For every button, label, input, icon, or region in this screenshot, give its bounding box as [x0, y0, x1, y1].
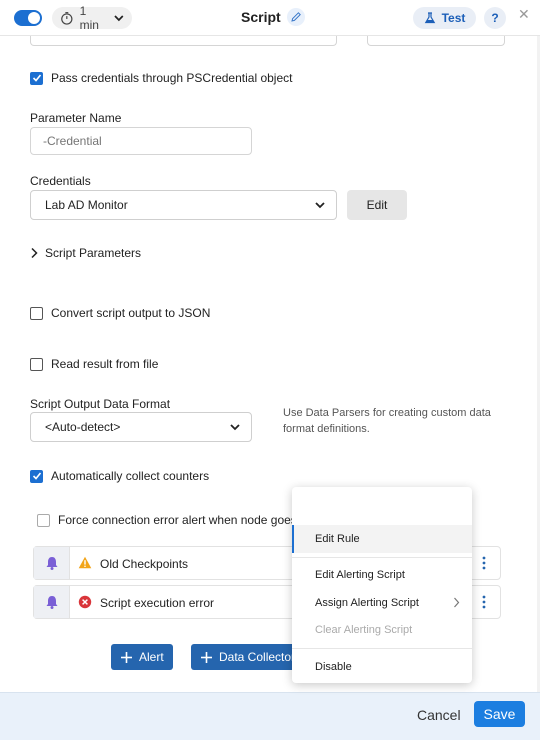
- menu-item-edit-rule[interactable]: Edit Rule: [292, 525, 472, 553]
- menu-divider: [292, 557, 472, 558]
- alert-name: Old Checkpoints: [100, 557, 189, 571]
- bell-icon: [46, 557, 57, 570]
- credentials-select[interactable]: Lab AD Monitor: [30, 190, 337, 220]
- enable-toggle[interactable]: [14, 10, 42, 26]
- partial-input-left[interactable]: [30, 36, 337, 46]
- pass-credentials-label: Pass credentials through PSCredential ob…: [51, 71, 293, 85]
- bell-icon-cell[interactable]: [34, 586, 70, 618]
- pass-credentials-checkbox[interactable]: [30, 71, 43, 85]
- cancel-button[interactable]: Cancel: [417, 707, 461, 723]
- output-format-select[interactable]: <Auto-detect>: [30, 412, 252, 442]
- menu-item-assign-alerting-script[interactable]: Assign Alerting Script: [292, 589, 472, 617]
- read-file-checkbox[interactable]: [30, 357, 43, 371]
- partial-input-right[interactable]: [367, 36, 505, 46]
- chevron-down-icon: [315, 202, 325, 209]
- menu-item-clear-alerting-script: Clear Alerting Script: [292, 616, 472, 644]
- stopwatch-icon: [61, 12, 73, 25]
- test-button[interactable]: Test: [413, 7, 476, 29]
- script-parameters-expander[interactable]: Script Parameters: [30, 246, 141, 260]
- more-options-icon[interactable]: [482, 595, 486, 609]
- bell-icon-cell[interactable]: [34, 547, 70, 579]
- menu-item-label: Assign Alerting Script: [315, 597, 419, 609]
- footer-bar: Cancel Save: [0, 692, 540, 740]
- credentials-label: Credentials: [30, 174, 91, 188]
- force-error-checkbox[interactable]: [37, 513, 50, 527]
- alert-name: Script execution error: [100, 596, 215, 610]
- menu-item-label: Clear Alerting Script: [315, 624, 413, 636]
- chevron-right-icon: [31, 247, 38, 259]
- read-file-option[interactable]: Read result from file: [30, 357, 158, 371]
- script-parameters-label: Script Parameters: [45, 246, 142, 260]
- menu-item-edit-alerting-script[interactable]: Edit Alerting Script: [292, 561, 472, 589]
- menu-item-disable[interactable]: Disable: [292, 653, 472, 681]
- interval-selector[interactable]: 1 min: [52, 4, 132, 32]
- menu-divider: [292, 648, 472, 649]
- read-file-label: Read result from file: [51, 357, 159, 371]
- convert-json-label: Convert script output to JSON: [51, 306, 211, 320]
- test-label: Test: [441, 11, 466, 25]
- bell-icon: [46, 596, 57, 609]
- output-format-label: Script Output Data Format: [30, 397, 171, 411]
- flask-icon: [424, 12, 435, 24]
- chevron-down-icon: [114, 15, 124, 22]
- parameter-name-input[interactable]: [30, 127, 252, 155]
- page-title: Script: [241, 9, 281, 25]
- add-alert-button[interactable]: Alert: [111, 644, 173, 670]
- checkmark-icon: [32, 472, 41, 480]
- add-data-collector-label: Data Collector: [219, 650, 296, 664]
- output-format-value: <Auto-detect>: [45, 420, 121, 434]
- add-data-collector-button[interactable]: Data Collector: [191, 644, 301, 670]
- interval-value: 1 min: [79, 4, 99, 32]
- parameter-name-label: Parameter Name: [30, 111, 122, 125]
- pass-credentials-option[interactable]: Pass credentials through PSCredential ob…: [30, 71, 292, 85]
- title-area: Script: [241, 8, 305, 26]
- rename-button[interactable]: [286, 8, 305, 26]
- save-button[interactable]: Save: [474, 701, 525, 727]
- menu-item-label: Edit Rule: [315, 533, 360, 545]
- convert-json-option[interactable]: Convert script output to JSON: [30, 306, 210, 320]
- add-alert-label: Alert: [139, 650, 164, 664]
- warning-icon: [78, 556, 92, 569]
- error-icon: [78, 595, 92, 609]
- convert-json-checkbox[interactable]: [30, 306, 43, 320]
- menu-item-label: Disable: [315, 661, 352, 673]
- menu-item-label: Edit Alerting Script: [315, 569, 405, 581]
- context-menu: Edit Rule Edit Alerting Script Assign Al…: [292, 487, 472, 683]
- auto-collect-option[interactable]: Automatically collect counters: [30, 469, 209, 483]
- chevron-down-icon: [230, 424, 240, 431]
- close-icon[interactable]: ✕: [518, 6, 530, 23]
- credentials-value: Lab AD Monitor: [45, 198, 128, 212]
- help-button[interactable]: ?: [484, 7, 506, 29]
- plus-icon: [201, 651, 212, 663]
- pencil-icon: [291, 12, 301, 22]
- credentials-edit-button[interactable]: Edit: [347, 190, 407, 220]
- output-format-hint: Use Data Parsers for creating custom dat…: [283, 407, 491, 435]
- auto-collect-checkbox[interactable]: [30, 469, 43, 483]
- plus-icon: [121, 651, 132, 663]
- auto-collect-label: Automatically collect counters: [51, 469, 210, 483]
- checkmark-icon: [32, 74, 41, 82]
- more-options-icon[interactable]: [482, 556, 486, 570]
- top-bar: 1 min Script Test ? ✕: [0, 0, 540, 36]
- chevron-right-icon: [454, 597, 460, 608]
